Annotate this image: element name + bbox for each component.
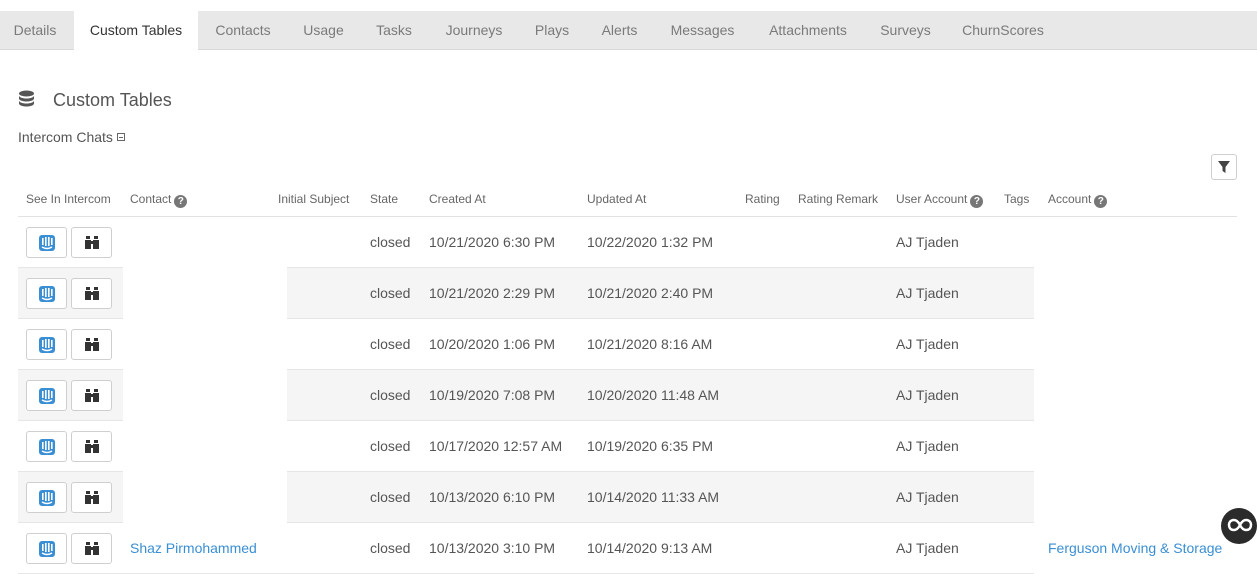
open-in-intercom-button[interactable] bbox=[26, 533, 67, 564]
tab-plays[interactable]: Plays bbox=[521, 11, 583, 50]
tab-attachments[interactable]: Attachments bbox=[752, 11, 864, 50]
intercom-icon bbox=[39, 439, 55, 455]
open-in-intercom-button[interactable] bbox=[26, 482, 67, 513]
state-cell: closed bbox=[370, 234, 411, 250]
account-cell[interactable]: Ferguson Moving & Storage bbox=[1048, 539, 1222, 557]
created-at-cell: 10/21/2020 2:29 PM bbox=[429, 285, 556, 301]
binoculars-icon bbox=[85, 236, 99, 249]
intercom-icon bbox=[39, 388, 55, 404]
created-at-cell: 10/13/2020 6:10 PM bbox=[429, 489, 556, 505]
user-account-cell: AJ Tjaden bbox=[896, 285, 959, 301]
created-at-cell: 10/19/2020 7:08 PM bbox=[429, 387, 556, 403]
state-cell: closed bbox=[370, 285, 411, 301]
page-title: Custom Tables bbox=[53, 90, 172, 110]
intercom-icon bbox=[39, 490, 55, 506]
binoculars-icon bbox=[85, 491, 99, 504]
tab-churnscores[interactable]: ChurnScores bbox=[947, 11, 1059, 50]
top-strip bbox=[0, 0, 1257, 11]
open-in-intercom-button[interactable] bbox=[26, 278, 67, 309]
view-details-button[interactable] bbox=[71, 482, 112, 513]
help-icon[interactable]: ? bbox=[970, 195, 984, 208]
col-header-see-in-intercom[interactable]: See In Intercom bbox=[26, 191, 111, 207]
tab-surveys[interactable]: Surveys bbox=[867, 11, 944, 50]
updated-at-cell: 10/19/2020 6:35 PM bbox=[587, 438, 714, 454]
col-header-user-account[interactable]: User Account? bbox=[896, 191, 984, 208]
user-account-cell: AJ Tjaden bbox=[896, 234, 959, 250]
state-cell: closed bbox=[370, 438, 411, 454]
updated-at-cell: 10/14/2020 9:13 AM bbox=[587, 540, 713, 556]
binoculars-icon bbox=[85, 338, 99, 351]
col-header-account[interactable]: Account? bbox=[1048, 191, 1108, 208]
col-header-initial-subject[interactable]: Initial Subject bbox=[278, 191, 349, 207]
binoculars-icon bbox=[85, 389, 99, 402]
col-header-tags[interactable]: Tags bbox=[1004, 191, 1029, 207]
view-details-button[interactable] bbox=[71, 227, 112, 258]
state-cell: closed bbox=[370, 387, 411, 403]
redacted-area bbox=[123, 234, 287, 524]
user-account-cell: AJ Tjaden bbox=[896, 387, 959, 403]
updated-at-cell: 10/21/2020 8:16 AM bbox=[587, 336, 713, 352]
created-at-cell: 10/13/2020 3:10 PM bbox=[429, 540, 556, 556]
updated-at-cell: 10/14/2020 11:33 AM bbox=[587, 489, 720, 505]
help-icon[interactable]: ? bbox=[174, 195, 188, 208]
collapse-icon[interactable] bbox=[117, 133, 125, 141]
view-details-button[interactable] bbox=[71, 431, 112, 462]
table-row: Shaz Pirmohammed closed 10/13/2020 3:10 PM… bbox=[18, 523, 1222, 574]
user-account-cell: AJ Tjaden bbox=[896, 438, 959, 454]
updated-at-cell: 10/20/2020 11:48 AM bbox=[587, 387, 720, 403]
contact-cell[interactable]: Shaz Pirmohammed bbox=[130, 539, 257, 557]
state-cell: closed bbox=[370, 540, 411, 556]
infinity-icon bbox=[1227, 518, 1253, 532]
col-header-rating-remark[interactable]: Rating Remark bbox=[798, 191, 878, 207]
tab-tasks[interactable]: Tasks bbox=[361, 11, 427, 50]
intercom-icon bbox=[39, 337, 55, 353]
created-at-cell: 10/20/2020 1:06 PM bbox=[429, 336, 556, 352]
state-cell: closed bbox=[370, 336, 411, 352]
col-header-contact[interactable]: Contact? bbox=[130, 191, 188, 208]
user-account-cell: AJ Tjaden bbox=[896, 489, 959, 505]
redacted-area bbox=[123, 217, 287, 234]
view-details-button[interactable] bbox=[71, 278, 112, 309]
state-cell: closed bbox=[370, 489, 411, 505]
binoculars-icon bbox=[85, 287, 99, 300]
database-icon bbox=[19, 90, 34, 107]
created-at-cell: 10/17/2020 12:57 AM bbox=[429, 438, 563, 454]
binoculars-icon bbox=[85, 440, 99, 453]
binoculars-icon bbox=[85, 542, 99, 555]
tab-details[interactable]: Details bbox=[0, 11, 70, 50]
filter-icon bbox=[1218, 161, 1230, 173]
tab-alerts[interactable]: Alerts bbox=[586, 11, 653, 50]
intercom-icon bbox=[39, 286, 55, 302]
intercom-icon bbox=[39, 235, 55, 251]
col-header-state[interactable]: State bbox=[370, 191, 398, 207]
updated-at-cell: 10/22/2020 1:32 PM bbox=[587, 234, 714, 250]
filter-button[interactable] bbox=[1211, 154, 1237, 180]
user-account-cell: AJ Tjaden bbox=[896, 540, 959, 556]
col-header-created-at[interactable]: Created At bbox=[429, 191, 486, 207]
tab-usage[interactable]: Usage bbox=[289, 11, 358, 50]
view-details-button[interactable] bbox=[71, 329, 112, 360]
tab-journeys[interactable]: Journeys bbox=[430, 11, 518, 50]
corner-badge[interactable] bbox=[1221, 508, 1257, 544]
tab-custom-tables[interactable]: Custom Tables bbox=[74, 11, 198, 51]
help-icon[interactable]: ? bbox=[1094, 195, 1108, 208]
intercom-icon bbox=[39, 541, 55, 557]
open-in-intercom-button[interactable] bbox=[26, 380, 67, 411]
updated-at-cell: 10/21/2020 2:40 PM bbox=[587, 285, 714, 301]
user-account-cell: AJ Tjaden bbox=[896, 336, 959, 352]
created-at-cell: 10/21/2020 6:30 PM bbox=[429, 234, 556, 250]
tab-messages[interactable]: Messages bbox=[656, 11, 749, 50]
view-details-button[interactable] bbox=[71, 380, 112, 411]
tab-bar: Details Custom Tables Contacts Usage Tas… bbox=[0, 11, 1257, 51]
view-details-button[interactable] bbox=[71, 533, 112, 564]
open-in-intercom-button[interactable] bbox=[26, 227, 67, 258]
open-in-intercom-button[interactable] bbox=[26, 329, 67, 360]
open-in-intercom-button[interactable] bbox=[26, 431, 67, 462]
col-header-rating[interactable]: Rating bbox=[745, 191, 780, 207]
col-header-updated-at[interactable]: Updated At bbox=[587, 191, 646, 207]
subtable-title: Intercom Chats bbox=[18, 129, 113, 145]
tab-contacts[interactable]: Contacts bbox=[200, 11, 286, 50]
